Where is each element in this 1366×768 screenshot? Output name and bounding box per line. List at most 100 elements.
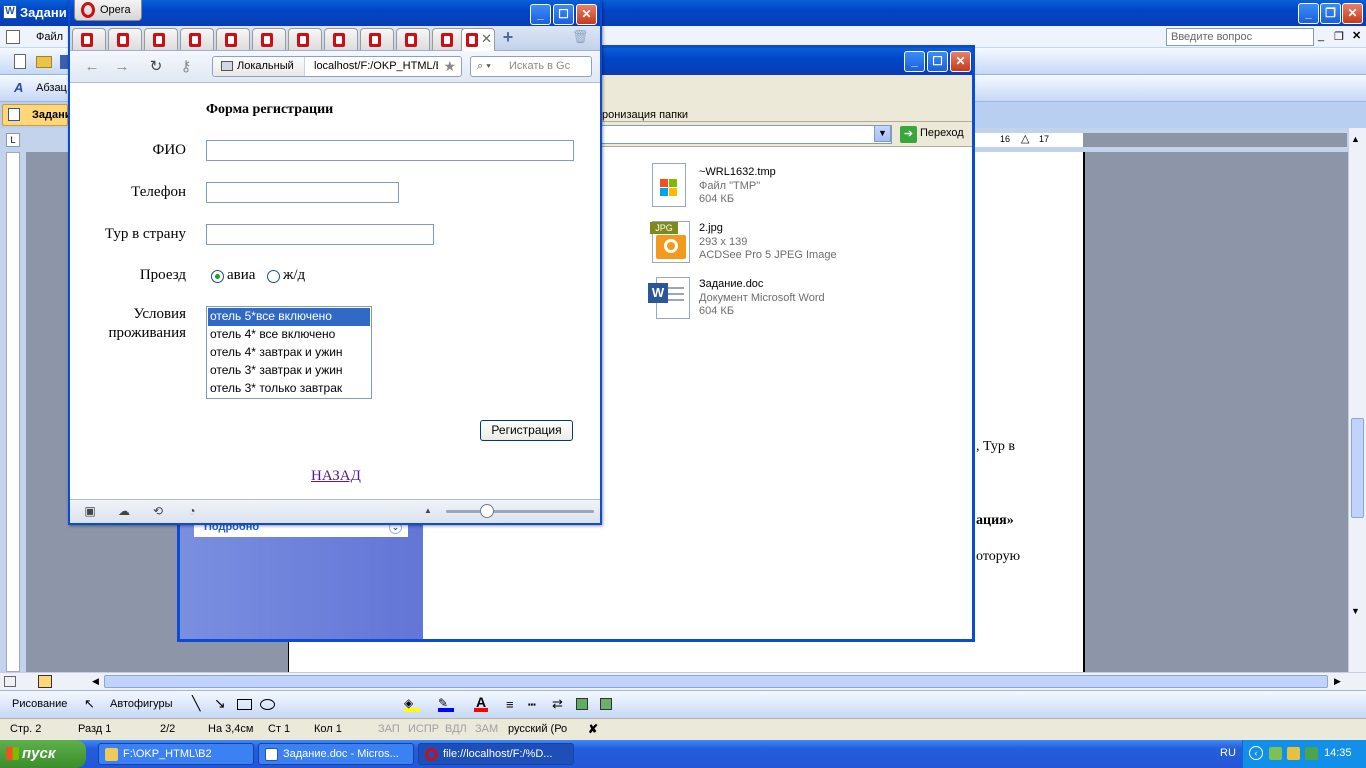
word-minimize-button[interactable]: _ [1298,3,1319,24]
conditions-option[interactable]: отель 3* только завтрак [208,380,370,398]
url-text[interactable]: localhost/F:/OKP_HTML/B [314,60,438,72]
ask-question-box[interactable]: Введите вопрос [1166,28,1314,46]
style-box[interactable]: Абзац [36,82,67,94]
browser-tab[interactable] [108,28,142,50]
browser-tab[interactable] [360,28,394,50]
conditions-option[interactable]: отель 4* завтрак и ужин [208,344,370,362]
scroll-down-icon[interactable]: ▼ [1351,606,1360,616]
forward-icon[interactable]: → [112,57,132,77]
scroll-thumb[interactable] [1351,418,1364,518]
explorer-address-input[interactable] [600,125,892,144]
open-folder-icon[interactable] [36,56,52,68]
reload-icon[interactable]: ↻ [146,57,166,77]
layout-view-icon[interactable] [38,675,52,688]
arrow-icon[interactable]: ↘ [214,695,226,712]
drawing-menu[interactable]: Рисование [12,698,67,710]
menu-file[interactable]: Файл [36,31,63,43]
fill-color-icon[interactable]: ◈ [404,696,420,712]
trash-icon[interactable]: 🗑 [572,29,589,47]
folder-sync-command[interactable]: ронизация папки [602,109,688,121]
opera-minimize-button[interactable]: _ [530,4,551,25]
scroll-right-icon[interactable]: ▶ [1334,676,1341,687]
3d-icon[interactable] [600,698,612,710]
tab-selector-icon[interactable]: L [6,133,20,147]
word-vertical-scrollbar[interactable]: ▲ ▼ [1348,128,1366,672]
browser-tab-active[interactable]: ✕ [461,28,495,52]
scroll-up-icon[interactable]: ▲ [1351,134,1360,144]
zoom-slider-thumb[interactable] [480,504,494,518]
status-ext[interactable]: ВДЛ [445,723,467,735]
word-close-button[interactable]: ✕ [1342,3,1363,24]
opera-menu-button[interactable]: Opera [74,0,142,21]
indent-marker-icon[interactable]: △ [1021,132,1029,145]
tour-country-input[interactable] [206,224,434,245]
travel-rail-radio[interactable] [267,270,280,283]
word-restore-button[interactable]: ❐ [1320,3,1341,24]
browser-tab[interactable] [396,28,430,50]
bookmark-star-icon[interactable]: ★ [443,58,456,75]
travel-air-radio[interactable] [211,270,224,283]
address-bar[interactable]: Локальный localhost/F:/OKP_HTML/B ★ [212,56,462,77]
status-ovr[interactable]: ЗАМ [475,723,498,735]
go-button[interactable]: ➔ Переход [898,125,970,144]
browser-tab[interactable] [72,28,106,50]
tray-app-icon[interactable] [1305,747,1318,760]
styles-icon[interactable]: A [14,80,23,95]
close-tab-icon[interactable]: ✕ [481,31,492,47]
explorer-maximize-button[interactable]: ☐ [927,51,948,72]
rectangle-icon[interactable] [237,699,252,710]
phone-input[interactable] [206,182,399,203]
back-icon[interactable]: ← [82,57,102,77]
tray-expand-icon[interactable]: ‹ [1249,746,1263,760]
file-item-tmp[interactable]: ~WRL1632.tmp Файл "TMP" 604 КБ [648,163,898,209]
conditions-option[interactable]: отель 5*все включено [208,308,370,326]
key-icon[interactable]: ⚷ [176,57,196,77]
explorer-minimize-button[interactable]: _ [904,51,925,72]
new-tab-icon[interactable]: + [498,27,518,49]
line-style-icon[interactable]: ≡ [506,697,514,712]
status-rec[interactable]: ЗАП [378,723,400,735]
normal-view-icon[interactable] [4,676,16,687]
browser-tab[interactable] [216,28,250,50]
back-link[interactable]: НАЗАД [311,468,361,485]
browser-tab[interactable] [324,28,358,50]
taskbar-task-explorer[interactable]: F:\OKP_HTML\B2 [98,743,254,765]
doc-restore-button[interactable]: ❐ [1334,30,1344,43]
security-badge[interactable]: Локальный [213,57,305,76]
zoom-slider-track[interactable] [446,510,594,513]
word-horizontal-scrollbar[interactable]: ◀ ▶ [0,672,1366,690]
address-dropdown-icon[interactable]: ▼ [874,125,891,142]
oval-icon[interactable] [260,699,275,710]
taskbar-task-opera[interactable]: file://localhost/F:/%D... [418,743,574,765]
conditions-option[interactable]: отель 4* все включено [208,326,370,344]
turbo-gauge-icon[interactable]: ◔ [184,504,200,520]
shadow-icon[interactable] [576,698,588,710]
doc-close-button[interactable]: ✕ [1352,29,1361,42]
unite-cloud-icon[interactable]: ☁ [116,504,132,520]
taskbar-task-word[interactable]: Задание.doc - Micros... [258,743,414,765]
zoom-up-icon[interactable]: ▲ [420,506,436,522]
tray-app-icon[interactable] [1269,747,1282,760]
line-icon[interactable]: ╲ [192,695,200,712]
conditions-option[interactable]: отель 3* завтрак и ужин [208,362,370,380]
register-button[interactable]: Регистрация [480,420,573,441]
start-button[interactable]: пуск [0,740,86,768]
file-item-jpg[interactable]: JPG 2.jpg 293 x 139 ACDSee Pro 5 JPEG Im… [648,219,898,265]
opera-close-button[interactable]: ✕ [576,4,597,25]
select-objects-icon[interactable]: ↖ [84,696,95,712]
font-color-icon[interactable]: A [474,694,488,712]
scroll-left-icon[interactable]: ◀ [92,676,99,687]
search-field[interactable]: ⌕ ▾ Искать в Gc [470,56,592,77]
autoshapes-menu[interactable]: Автофигуры [110,698,173,710]
line-color-icon[interactable]: ✎ [438,696,454,712]
arrow-style-icon[interactable]: ⇄ [552,696,563,712]
browser-tab[interactable] [288,28,322,50]
panel-toggle-icon[interactable]: ▣ [82,504,98,520]
browser-tab[interactable] [252,28,286,50]
new-document-icon[interactable] [14,54,26,69]
dash-style-icon[interactable]: ┅ [528,697,536,713]
opera-maximize-button[interactable]: ☐ [553,4,574,25]
file-item-doc[interactable]: W Задание.doc Документ Microsoft Word 60… [648,275,898,321]
doc-minimize-button[interactable]: _ [1318,30,1324,42]
explorer-close-button[interactable]: ✕ [950,51,971,72]
